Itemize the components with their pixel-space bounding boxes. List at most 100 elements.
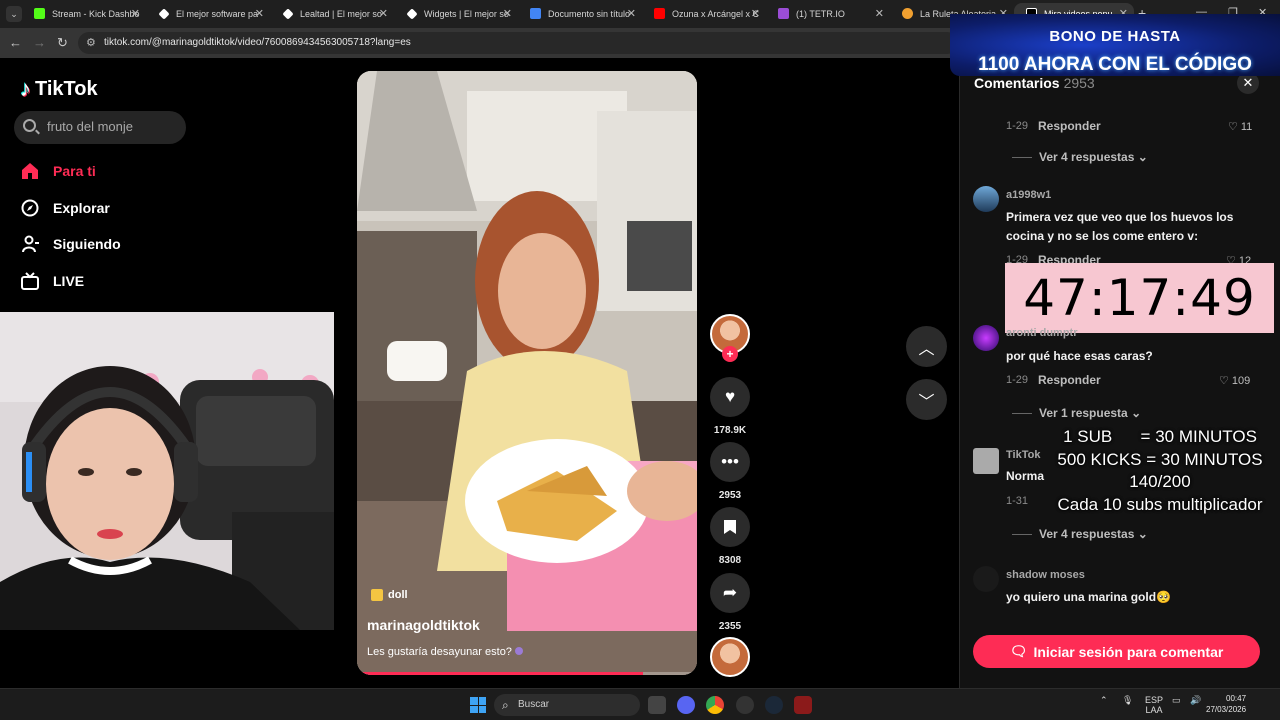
heart-outline-icon: ♡ [1219, 375, 1229, 387]
search-input[interactable] [47, 119, 177, 134]
game-app-icon[interactable] [794, 696, 812, 714]
reload-icon[interactable]: ↻ [57, 35, 68, 51]
tab-lealtad[interactable]: Lealtad | El mejor so ✕ [270, 3, 394, 25]
close-tab-icon[interactable]: ✕ [503, 7, 512, 20]
home-icon [20, 161, 40, 181]
chrome-icon[interactable] [706, 696, 724, 714]
tab-widgets[interactable]: Widgets | El mejor so ✕ [394, 3, 518, 25]
reply-button[interactable]: Responder [1038, 119, 1101, 133]
site-info-icon[interactable]: ⚙ [86, 36, 96, 49]
nav-live[interactable]: LIVE [20, 269, 84, 293]
tab-search-button[interactable]: ⌄ [6, 6, 22, 22]
comment-likes[interactable]: ♡ 11 [1228, 120, 1253, 134]
file-explorer-icon[interactable] [648, 696, 666, 714]
network-icon[interactable]: ▭ [1172, 695, 1181, 706]
speaker-icon[interactable]: 🔊 [1190, 695, 1201, 706]
like-action[interactable]: ♥ 178.9K [710, 377, 750, 436]
video-author[interactable]: marinagoldtiktok [367, 617, 480, 633]
subathon-timer: 47:17:49 [1005, 263, 1274, 333]
tab-tetrio[interactable]: (1) TETR.IO ✕ [766, 3, 890, 25]
view-replies-button[interactable]: Ver 1 respuesta ⌄ [1012, 406, 1141, 420]
comments-title-text: Comentarios [974, 75, 1060, 91]
login-to-comment-button[interactable]: 🗨 Iniciar sesión para comentar [973, 635, 1260, 668]
close-tab-icon[interactable]: ✕ [875, 7, 884, 20]
avatar[interactable] [973, 566, 999, 592]
follow-plus-icon[interactable]: + [722, 346, 738, 362]
diamond-icon [406, 8, 418, 20]
tiktok-note-icon: ♪ [20, 76, 31, 101]
previous-video-button[interactable]: ︿ [906, 326, 947, 367]
promo-line-1: BONO DE HASTA [1049, 28, 1181, 45]
url-field[interactable]: ⚙ tiktok.com/@marinagoldtiktok/video/760… [78, 32, 958, 54]
login-label: Iniciar sesión para comentar [1033, 643, 1224, 660]
system-clock[interactable]: 00:47 27/03/2026 [1206, 693, 1246, 715]
steam-icon[interactable] [765, 696, 783, 714]
avatar[interactable] [973, 325, 999, 351]
taskbar-search[interactable]: Buscar [494, 694, 640, 716]
comment-action[interactable]: ••• 2953 [710, 442, 750, 501]
language-indicator[interactable]: ESP LAA [1145, 695, 1163, 715]
docs-icon [530, 8, 541, 19]
share-action[interactable]: ➦ 2355 [710, 573, 750, 632]
close-tab-icon[interactable]: ✕ [379, 7, 388, 20]
nav-label: Siguiendo [53, 236, 121, 252]
view-replies-button[interactable]: Ver 4 respuestas ⌄ [1012, 527, 1148, 541]
lang-code: ESP [1145, 695, 1164, 705]
microphone-icon[interactable]: 🎙 [1122, 695, 1133, 706]
nav-following[interactable]: Siguiendo [20, 232, 121, 256]
heart-icon[interactable]: ♥ [710, 377, 750, 417]
lang-layout: LAA [1145, 705, 1163, 715]
search-box[interactable] [14, 111, 186, 144]
save-action[interactable]: 8308 [710, 507, 750, 566]
clock-time: 00:47 [1226, 694, 1247, 703]
tag-icon [371, 589, 383, 601]
avatar[interactable] [973, 186, 999, 212]
comment-likes[interactable]: ♡ 109 [1219, 374, 1250, 388]
rule-line: 1 SUB = 30 MINUTOS [1063, 427, 1257, 446]
like-count: 11 [1240, 120, 1253, 133]
view-replies-button[interactable]: Ver 4 respuestas ⌄ [1012, 150, 1148, 164]
video-player[interactable]: doll marinagoldtiktok Les gustaría desay… [357, 71, 697, 675]
reply-button[interactable]: Responder [1038, 373, 1101, 387]
tab-software-1[interactable]: El mejor software pa ✕ [146, 3, 270, 25]
view-replies-label: Ver 4 respuestas [1039, 150, 1135, 164]
tiktok-logo[interactable]: ♪ TikTok [20, 76, 98, 102]
tab-google-doc[interactable]: Documento sin título ✕ [518, 3, 642, 25]
tray-expand-icon[interactable]: ⌃ [1100, 695, 1108, 706]
close-tab-icon[interactable]: ✕ [751, 7, 760, 20]
nav-explore[interactable]: Explorar [20, 196, 110, 220]
music-disc-avatar[interactable] [710, 637, 750, 677]
video-description: Les gustaría desayunar esto? [367, 646, 523, 658]
comment-text: yo quiero una marina gold🥺 [1006, 590, 1171, 604]
tab-youtube[interactable]: Ozuna x Arcángel x C ✕ [642, 3, 766, 25]
rule-line: 140/200 [1129, 472, 1191, 491]
close-tab-icon[interactable]: ✕ [131, 7, 140, 20]
video-tag[interactable]: doll [371, 589, 408, 601]
bookmark-icon[interactable] [710, 507, 750, 547]
chevron-down-icon: ⌄ [1137, 150, 1148, 164]
close-tab-icon[interactable]: ✕ [627, 7, 636, 20]
tab-kick-dashboard[interactable]: Stream - Kick Dashbo ✕ [22, 3, 146, 25]
next-video-button[interactable]: ﹀ [906, 379, 947, 420]
diamond-icon [158, 8, 170, 20]
avatar[interactable] [973, 448, 999, 474]
video-progress-bar[interactable] [357, 672, 697, 675]
obs-icon[interactable] [736, 696, 754, 714]
chevron-down-icon: ⌄ [1131, 406, 1142, 420]
comment-username[interactable]: a1998w1 [1006, 189, 1051, 201]
back-icon[interactable]: ← [9, 35, 22, 50]
close-tab-icon[interactable]: ✕ [255, 7, 264, 20]
forward-icon[interactable]: → [33, 35, 46, 50]
tab-label: Ozuna x Arcángel x C [672, 9, 760, 19]
nav-for-you[interactable]: Para ti [20, 159, 96, 183]
comment-date: 1-31 [1006, 495, 1029, 507]
comment-bubble-icon[interactable]: ••• [710, 442, 750, 482]
chevron-down-icon: ⌄ [1137, 527, 1148, 541]
comment-username[interactable]: TikTok [1006, 449, 1040, 461]
comment-username[interactable]: aronti dumptr [1006, 327, 1078, 339]
share-arrow-icon[interactable]: ➦ [710, 573, 750, 613]
windows-start-icon[interactable] [470, 697, 486, 713]
discord-icon[interactable] [677, 696, 695, 714]
comment-text: Primera vez que veo que los huevos los c… [1006, 210, 1234, 243]
comment-username[interactable]: shadow moses [1006, 569, 1085, 581]
